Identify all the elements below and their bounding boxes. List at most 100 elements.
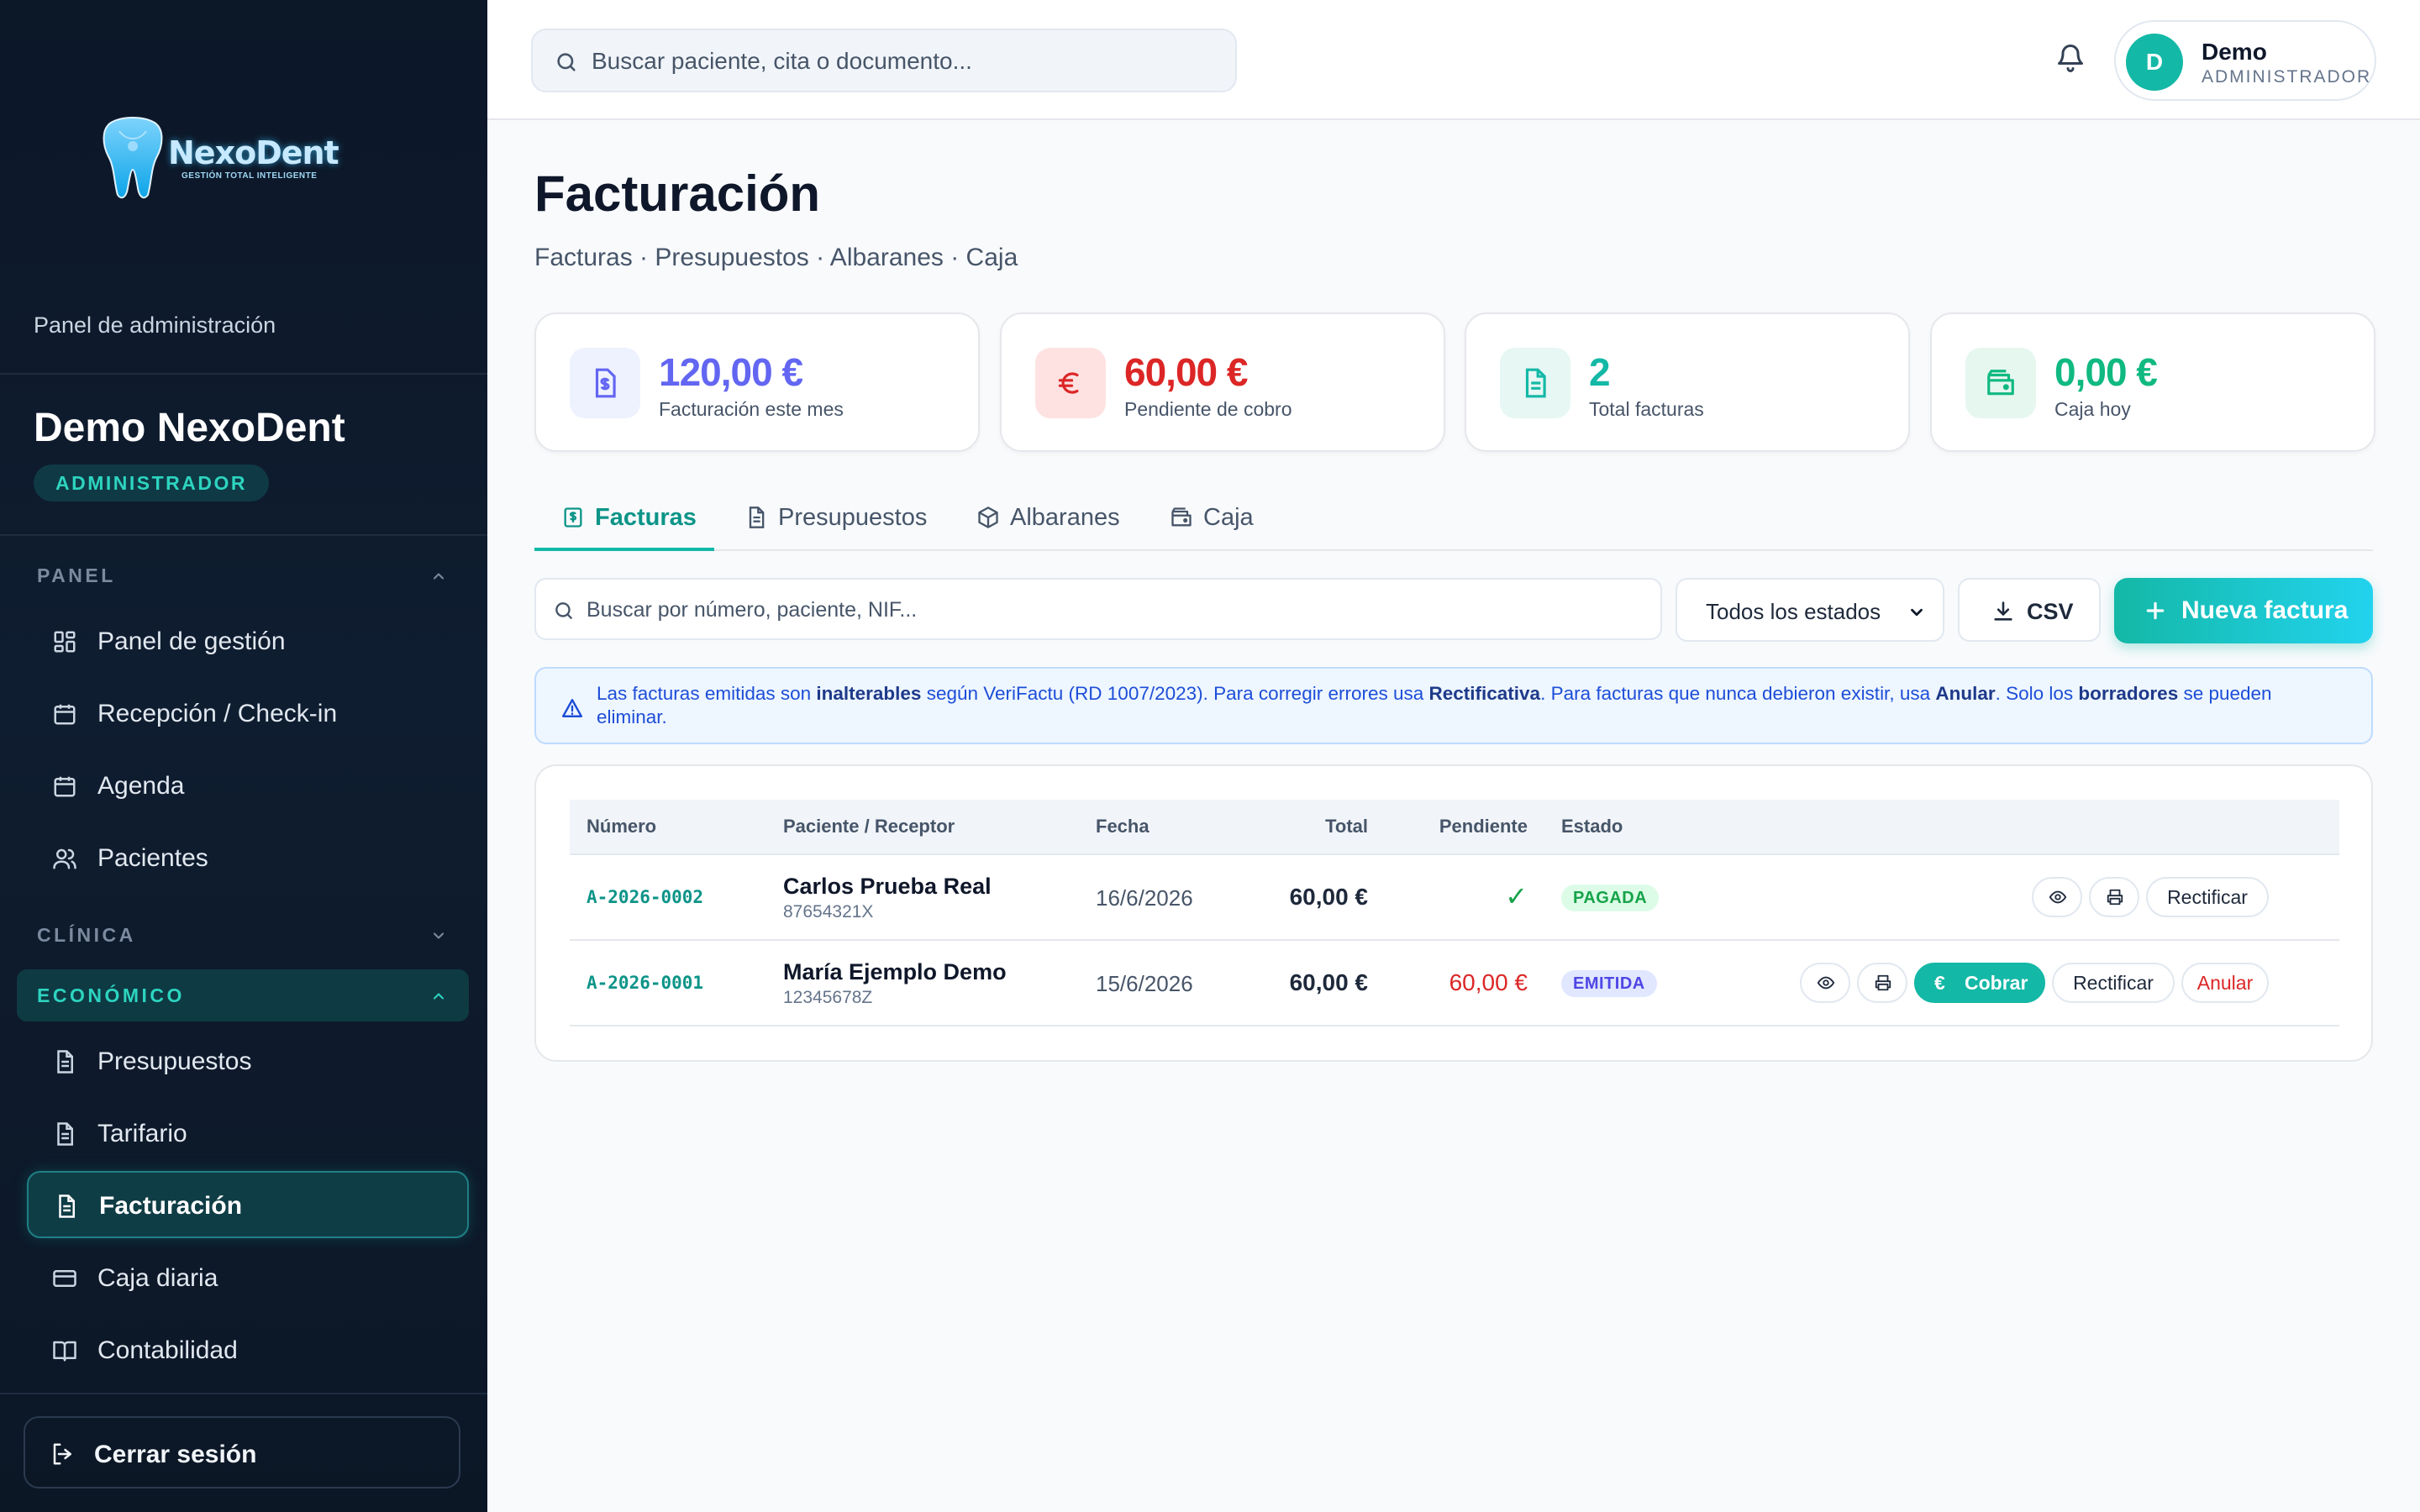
collect-button[interactable]: € Cobrar xyxy=(1914,963,2045,1003)
stat-value: 0,00 € xyxy=(2054,350,2158,394)
document-icon xyxy=(59,1194,75,1218)
print-button[interactable] xyxy=(2089,877,2139,917)
stat-label: Facturación este mes xyxy=(659,398,844,420)
sidebar-item-pacientes[interactable]: Pacientes xyxy=(27,825,469,892)
patient-nif: 87654321X xyxy=(783,902,874,921)
new-invoice-button[interactable]: Nueva factura xyxy=(2114,578,2373,643)
stat-card-billing-month: 120,00 € Facturación este mes xyxy=(534,312,980,452)
tooth-icon xyxy=(103,117,163,199)
sidebar-item-contabilidad[interactable]: Contabilidad xyxy=(27,1317,469,1384)
view-button[interactable] xyxy=(1800,963,1850,1003)
user-menu[interactable]: D Demo ADMINISTRADOR xyxy=(2114,20,2376,101)
invoice-number[interactable]: A-2026-0001 xyxy=(587,973,703,993)
avatar: D xyxy=(2126,34,2183,91)
state-filter-value: Todos los estados xyxy=(1706,599,1881,624)
chevron-down-icon xyxy=(433,932,445,939)
sidebar-item-label: Facturación xyxy=(99,1192,243,1220)
rectify-button[interactable]: Rectificar xyxy=(2052,963,2175,1003)
invoice-number[interactable]: A-2026-0002 xyxy=(587,887,703,907)
euro-icon: € xyxy=(1934,972,1945,994)
document-icon xyxy=(749,507,765,528)
void-button[interactable]: Anular xyxy=(2181,963,2269,1003)
invoice-search-input[interactable] xyxy=(587,591,1645,628)
invoice-search[interactable] xyxy=(534,578,1662,640)
user-name: Demo xyxy=(2202,39,2267,65)
print-button[interactable] xyxy=(1857,963,1907,1003)
calendar-icon xyxy=(54,704,76,725)
box-icon xyxy=(978,507,998,528)
grid-icon xyxy=(54,631,76,653)
printer-icon xyxy=(1875,974,1891,991)
warning-icon xyxy=(561,699,583,717)
status-badge: EMITIDA xyxy=(1561,970,1657,997)
wallet-icon xyxy=(1171,507,1192,527)
sidebar-item-panel-de-gestion[interactable]: Panel de gestión xyxy=(27,608,469,675)
stat-value: 120,00 € xyxy=(659,350,803,394)
section-panel-toggle[interactable]: PANEL xyxy=(17,549,469,601)
global-search[interactable] xyxy=(531,29,1237,92)
search-icon xyxy=(555,602,572,619)
tab-facturas[interactable]: Facturas xyxy=(534,487,714,551)
invoice-icon xyxy=(564,507,582,528)
stat-icon-box xyxy=(1965,348,2036,418)
section-clinica-toggle[interactable]: CLÍNICA xyxy=(17,909,469,961)
stat-value: 2 xyxy=(1589,350,1611,394)
tab-label: Caja xyxy=(1203,504,1254,531)
document-icon xyxy=(1525,368,1546,398)
sidebar-item-label: Panel de gestión xyxy=(97,627,286,655)
invoice-date: 15/6/2026 xyxy=(1096,971,1193,996)
chevron-up-icon xyxy=(433,993,445,1000)
brand-logo[interactable]: NexoDent GESTIÓN TOTAL INTELIGENTE xyxy=(101,116,345,208)
sidebar-item-agenda[interactable]: Agenda xyxy=(27,753,469,820)
patient-name: Carlos Prueba Real xyxy=(783,874,992,899)
column-header: Paciente / Receptor xyxy=(783,816,955,837)
sidebar-item-label: Agenda xyxy=(97,772,185,800)
column-header: Total xyxy=(1325,816,1368,837)
view-button[interactable] xyxy=(2032,877,2082,917)
invoice-pending: 60,00 € xyxy=(1449,969,1528,995)
stat-label: Pendiente de cobro xyxy=(1124,398,1292,420)
new-invoice-label: Nueva factura xyxy=(2181,596,2349,624)
sidebar-item-caja-diaria[interactable]: Caja diaria xyxy=(27,1245,469,1312)
table-header: Número Paciente / Receptor Fecha Total P… xyxy=(570,800,2339,855)
rectify-button[interactable]: Rectificar xyxy=(2146,877,2269,917)
stat-label: Caja hoy xyxy=(2054,398,2131,420)
tab-bar: Facturas Presupuestos Albaranes Caja xyxy=(534,487,2373,551)
document-icon xyxy=(57,1122,73,1146)
page-subtitle: Facturas · Presupuestos · Albaranes · Ca… xyxy=(534,244,1018,271)
sidebar-item-presupuestos[interactable]: Presupuestos xyxy=(27,1028,469,1095)
tab-label: Albaranes xyxy=(1010,504,1120,531)
sidebar-item-label: Recepción / Check-in xyxy=(97,700,338,727)
bell-icon[interactable] xyxy=(2055,40,2086,74)
tab-caja[interactable]: Caja xyxy=(1170,487,1262,551)
invoice-total: 60,00 € xyxy=(1289,884,1368,910)
invoice-dollar-icon xyxy=(595,368,616,398)
global-search-input[interactable] xyxy=(592,42,1213,81)
tab-label: Facturas xyxy=(595,504,697,531)
state-filter-select[interactable]: Todos los estados xyxy=(1676,578,1944,642)
download-icon xyxy=(1994,601,2012,621)
table-row[interactable]: A-2026-0002 Carlos Prueba Real 87654321X… xyxy=(570,855,2339,941)
column-header: Estado xyxy=(1561,816,1623,837)
page-title: Facturación xyxy=(534,165,821,222)
sidebar-item-tarifario[interactable]: Tarifario xyxy=(27,1100,469,1168)
document-icon xyxy=(57,1050,73,1074)
users-icon xyxy=(53,848,76,869)
printer-icon xyxy=(2107,889,2123,906)
sidebar-item-label: Pacientes xyxy=(97,844,208,872)
export-csv-button[interactable]: CSV xyxy=(1958,578,2101,642)
section-economico-toggle[interactable]: ECONÓMICO xyxy=(17,969,469,1021)
table-row[interactable]: A-2026-0001 María Ejemplo Demo 12345678Z… xyxy=(570,941,2339,1026)
brand-name: NexoDent xyxy=(168,134,339,171)
sidebar-item-recepcion[interactable]: Recepción / Check-in xyxy=(27,680,469,748)
csv-label: CSV xyxy=(2027,599,2074,624)
tab-albaranes[interactable]: Albaranes xyxy=(976,487,1136,551)
invoice-total: 60,00 € xyxy=(1289,969,1368,995)
logout-button[interactable]: Cerrar sesión xyxy=(24,1416,460,1488)
sidebar-item-facturacion[interactable]: Facturación xyxy=(27,1171,469,1238)
plus-icon xyxy=(2146,601,2165,620)
eye-icon xyxy=(2049,890,2067,904)
tab-presupuestos[interactable]: Presupuestos xyxy=(744,487,929,551)
stat-icon-box xyxy=(1035,348,1106,418)
column-header: Número xyxy=(587,816,657,837)
